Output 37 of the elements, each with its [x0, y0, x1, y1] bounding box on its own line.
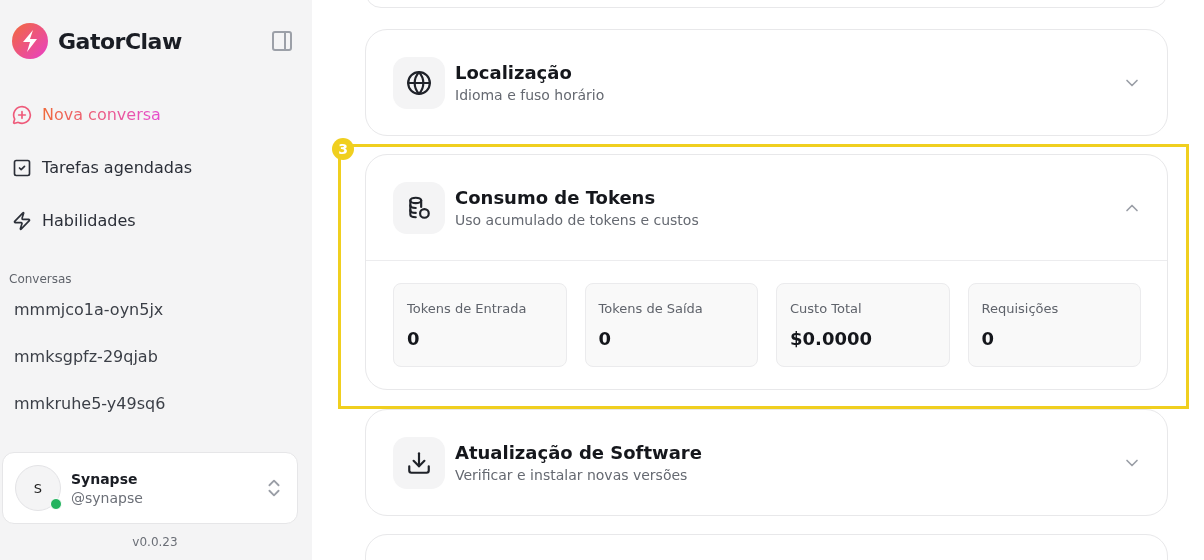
conversation-item[interactable]: mmksgpfz-29qjab	[12, 347, 298, 394]
nav-item[interactable]: Tarefas agendadas	[12, 141, 298, 194]
download-icon	[406, 449, 432, 476]
stat-label: Tokens de Saída	[598, 301, 704, 316]
user-name: Synapse	[71, 470, 139, 487]
user-handle: @synapse	[71, 489, 144, 506]
stat-value: 0	[407, 328, 421, 349]
conversation-item[interactable]: mmkruhe5-y49sq6	[12, 394, 298, 441]
panel-toggle-icon[interactable]	[270, 29, 294, 53]
version-label: v0.0.23	[131, 534, 179, 551]
checkbox-icon	[12, 157, 32, 178]
nav-item[interactable]: Habilidades	[12, 194, 298, 247]
nav-label: Habilidades	[42, 211, 136, 230]
section-subtitle: Verificar e instalar novas versões	[455, 467, 689, 483]
nav-label: Tarefas agendadas	[42, 158, 193, 177]
lightning-logo-icon	[12, 23, 48, 59]
conversation-item[interactable]: mmmjco1a-oyn5jx	[12, 300, 298, 347]
section-title: Consumo de Tokens	[455, 187, 657, 208]
globe-icon	[406, 69, 432, 96]
stat-value: $0.0000	[790, 328, 873, 349]
section-subtitle: Uso acumulado de tokens e custos	[455, 212, 700, 228]
stat-label: Custo Total	[790, 301, 863, 316]
stat-label: Requisições	[981, 301, 1060, 316]
avatar: S	[15, 465, 61, 511]
chat-plus-icon	[12, 104, 32, 125]
section-title: Localização	[455, 62, 573, 83]
step-badge: 3	[332, 138, 354, 160]
lightning-icon	[12, 210, 32, 231]
stat-label: Tokens de Entrada	[407, 301, 528, 316]
stat-value: 0	[981, 328, 996, 349]
brand-name: GatorClaw	[58, 28, 183, 54]
database-coin-icon	[406, 194, 432, 221]
section-title: Atualização de Software	[455, 442, 703, 463]
user-card[interactable]: S Synapse @synapse	[2, 452, 298, 524]
stat-value: 0	[598, 328, 613, 349]
section-subtitle: Idioma e fuso horário	[455, 87, 606, 103]
section-heading: Conversas	[9, 272, 73, 286]
